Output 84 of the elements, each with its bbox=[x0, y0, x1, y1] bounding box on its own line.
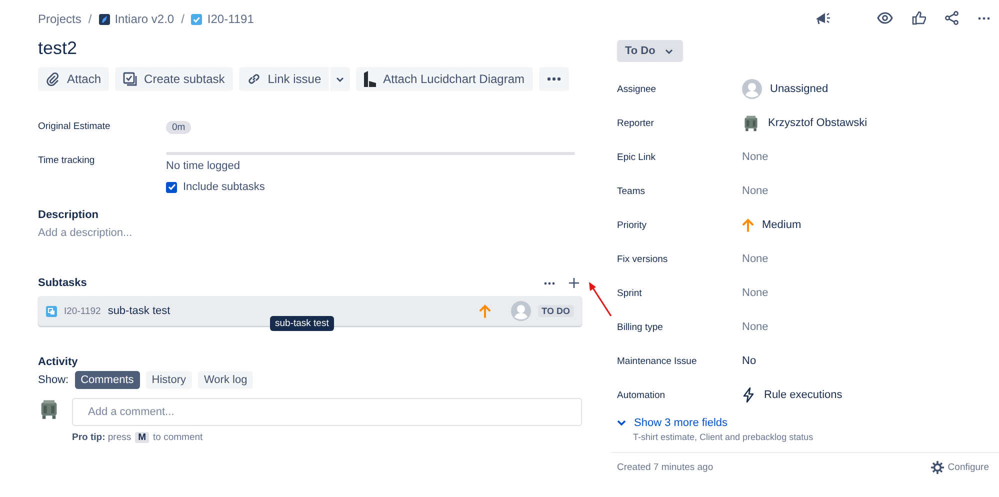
keyboard-key: M bbox=[135, 432, 150, 443]
more-icon[interactable] bbox=[544, 282, 555, 284]
created-text: Created 7 minutes ago bbox=[617, 462, 714, 473]
subtask-icon bbox=[123, 72, 138, 86]
more-icon bbox=[546, 77, 561, 81]
add-icon[interactable] bbox=[569, 278, 579, 288]
field-label: Original Estimate bbox=[38, 121, 112, 132]
section-heading: Activity bbox=[38, 356, 79, 368]
field-value: Unassigned bbox=[770, 83, 828, 95]
section-heading: Description bbox=[38, 209, 100, 221]
priority-arrow-icon bbox=[742, 218, 754, 232]
chevron-down-icon bbox=[336, 76, 344, 82]
field-label: Assignee bbox=[617, 84, 658, 94]
activity-tab[interactable]: History bbox=[146, 371, 192, 389]
subtask-summary[interactable]: sub-task test bbox=[108, 305, 472, 317]
field-label: Automation bbox=[617, 390, 666, 400]
tooltip: sub-task test bbox=[270, 316, 334, 331]
annotation-arrow bbox=[586, 280, 614, 318]
issue-title[interactable]: test2 bbox=[38, 38, 582, 59]
field-value: None bbox=[742, 151, 768, 163]
estimate-value[interactable]: 0m bbox=[166, 121, 192, 134]
thumbs-up-icon[interactable] bbox=[912, 11, 926, 25]
configure-button[interactable]: Configure bbox=[930, 461, 989, 474]
megaphone-icon[interactable] bbox=[815, 11, 831, 25]
field-value: None bbox=[742, 321, 768, 333]
settings-icon bbox=[930, 461, 944, 474]
pro-tip-text: Pro tip: press bbox=[72, 432, 132, 443]
user-avatar-icon bbox=[742, 114, 760, 132]
more-button[interactable] bbox=[538, 67, 569, 91]
rocket-icon bbox=[98, 14, 110, 24]
breadcrumb-link[interactable]: I20-1191 bbox=[191, 12, 254, 26]
field-value: None bbox=[742, 185, 768, 197]
breadcrumb-link[interactable]: Projects bbox=[38, 12, 82, 26]
breadcrumb-link[interactable]: Intiaro v2.0 bbox=[98, 12, 174, 26]
field-label: Billing type bbox=[617, 322, 664, 332]
field-label: Epic Link bbox=[617, 152, 657, 162]
chevron-down-icon bbox=[617, 420, 626, 426]
paperclip-icon bbox=[46, 72, 60, 86]
action-button[interactable]: Create subtask bbox=[115, 67, 233, 91]
comment-field[interactable]: Add a comment... bbox=[72, 398, 582, 426]
subtask-type-icon bbox=[46, 306, 57, 316]
field-label: Sprint bbox=[617, 288, 643, 298]
more-fields-hint: T-shirt estimate, Client and prebacklog status bbox=[633, 432, 814, 442]
description-field[interactable]: Add a description... bbox=[38, 227, 582, 239]
activity-tab[interactable]: Comments bbox=[74, 371, 140, 389]
priority-arrow-icon bbox=[478, 304, 491, 318]
action-button[interactable]: Attach Lucidchart Diagram bbox=[356, 67, 533, 91]
eye-icon[interactable] bbox=[877, 12, 893, 24]
lightning-icon bbox=[742, 387, 756, 403]
checkbox-label: Include subtasks bbox=[183, 181, 265, 193]
field-label: Reporter bbox=[617, 118, 655, 128]
section-heading: Subtasks bbox=[38, 277, 87, 289]
activity-tab[interactable]: Work log bbox=[198, 371, 254, 389]
field-label: Time tracking bbox=[38, 155, 96, 166]
checkbox[interactable] bbox=[166, 182, 177, 192]
field-label: Maintenance Issue bbox=[617, 356, 698, 366]
show-more-fields-link[interactable]: Show 3 more fields bbox=[617, 417, 999, 429]
show-label: Show: bbox=[38, 374, 69, 386]
field-value: None bbox=[742, 287, 768, 299]
field-value: Medium bbox=[762, 219, 802, 231]
share-icon[interactable] bbox=[945, 11, 959, 25]
field-value: No bbox=[742, 355, 756, 367]
action-button[interactable]: Attach bbox=[38, 67, 110, 91]
dropdown-button[interactable] bbox=[330, 67, 350, 91]
breadcrumb-separator: / bbox=[181, 12, 184, 26]
pro-tip-text: to comment bbox=[153, 432, 203, 443]
field-value: Rule executions bbox=[764, 389, 842, 401]
field-label: Fix versions bbox=[617, 254, 669, 264]
link-icon bbox=[246, 72, 261, 86]
subtask-key[interactable]: I20-1192 bbox=[64, 306, 101, 316]
chevron-down-icon bbox=[665, 48, 674, 54]
link-issue-button[interactable]: Link issue bbox=[238, 67, 330, 91]
field-value: Krzysztof Obstawski bbox=[768, 117, 868, 129]
task-icon bbox=[191, 14, 202, 24]
avatar-icon bbox=[510, 301, 531, 321]
avatar-icon bbox=[742, 79, 762, 99]
field-value: None bbox=[742, 253, 768, 265]
field-label: Priority bbox=[617, 220, 648, 230]
status-dropdown[interactable]: To Do bbox=[617, 40, 684, 62]
more-icon[interactable] bbox=[978, 16, 990, 20]
field-label: Teams bbox=[617, 186, 646, 196]
breadcrumb-separator: / bbox=[88, 12, 92, 26]
time-logged-text: No time logged bbox=[166, 160, 241, 172]
status-lozenge: TO DO bbox=[538, 305, 574, 317]
